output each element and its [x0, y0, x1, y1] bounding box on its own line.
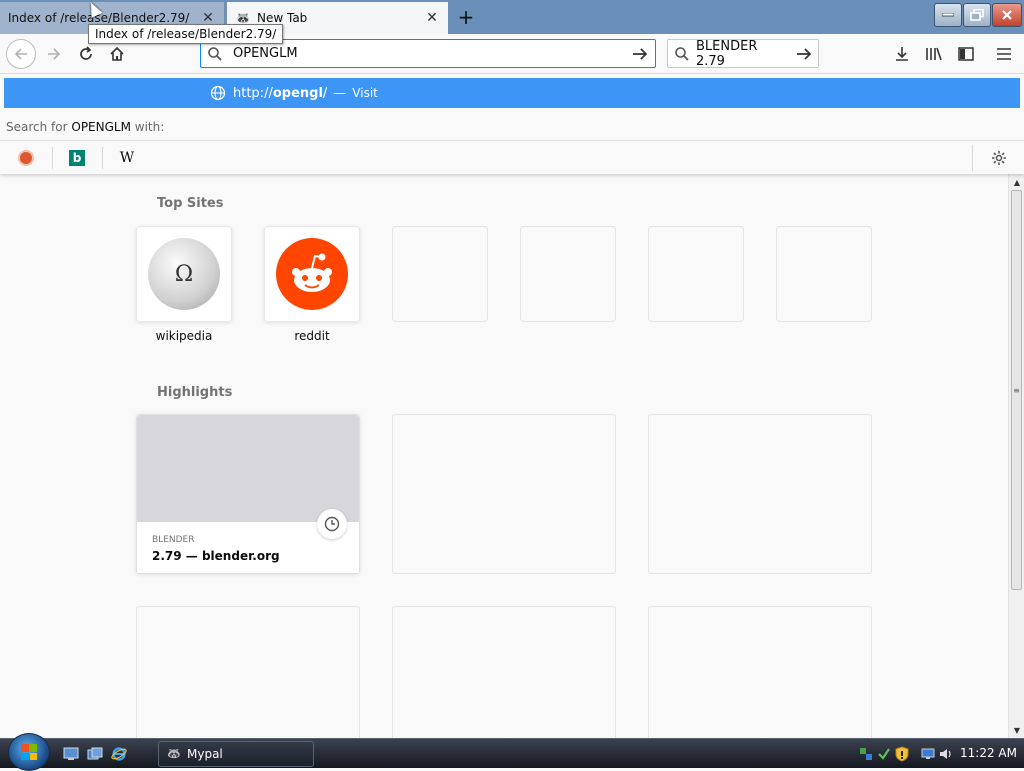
check-tray-icon[interactable] [876, 746, 892, 762]
top-site-empty-slot [648, 226, 744, 322]
scroll-up-arrow-icon[interactable]: ▲ [1009, 174, 1024, 190]
tab-title: Index of /release/Blender2.79/ [8, 11, 190, 25]
highlight-empty-slot [136, 606, 360, 738]
clock-icon [317, 509, 347, 539]
tab-close-icon[interactable]: ✕ [424, 10, 440, 26]
vertical-scrollbar[interactable]: ▲ ≡ ▼ [1008, 174, 1024, 738]
bing-glyph: b [69, 150, 85, 166]
new-tab-plus-icon[interactable]: + [452, 4, 480, 30]
security-shield-icon[interactable] [894, 746, 910, 762]
suggestion-url-prefix: http:// [233, 85, 273, 101]
suggestion-url: http://opengl/ [233, 86, 327, 101]
highlight-title: 2.79 — blender.org [152, 549, 280, 563]
home-icon[interactable] [105, 42, 129, 66]
bing-icon[interactable]: b [66, 147, 88, 169]
search-for-query: OPENGLM [71, 120, 131, 134]
url-autocomplete-popup: http://opengl/ — Visit Search for OPENGL… [0, 74, 1024, 174]
display-tray-icon[interactable] [920, 746, 936, 762]
search-icon [201, 46, 229, 62]
highlight-thumbnail [137, 415, 359, 522]
top-site-tile-reddit[interactable] [264, 226, 360, 322]
taskbar-app-label: Mypal [187, 747, 223, 761]
suggestion-url-suffix: / [322, 85, 328, 101]
search-icon [668, 46, 696, 62]
taskbar-app-mypal[interactable]: 🦝 Mypal [158, 741, 314, 767]
search-for-suffix: with: [134, 120, 165, 134]
go-arrow-icon[interactable] [625, 47, 655, 61]
top-site-label: reddit [294, 329, 330, 343]
new-tab-page: Top Sites Ω wikipedia reddit Highlights [0, 174, 1008, 738]
start-button[interactable] [8, 733, 50, 771]
url-input[interactable] [229, 46, 625, 61]
engine-divider [102, 147, 103, 169]
highlight-source: BLENDER [152, 535, 195, 545]
wikipedia-icon[interactable]: W [116, 147, 138, 169]
windows-logo-icon [21, 744, 37, 760]
search-go-arrow-icon[interactable] [790, 47, 818, 61]
scroll-down-arrow-icon[interactable]: ▼ [1009, 722, 1024, 738]
scrollbar-thumb[interactable]: ≡ [1011, 190, 1022, 590]
taskbar-clock[interactable]: 11:22 AM [960, 746, 1017, 760]
gear-icon[interactable] [988, 147, 1010, 169]
mypal-app-icon: 🦝 [167, 747, 181, 760]
highlight-empty-slot [392, 414, 616, 574]
wikipedia-globe-icon: Ω [148, 238, 220, 310]
download-icon[interactable] [890, 42, 914, 66]
highlight-empty-slot [648, 414, 872, 574]
sidebar-icon[interactable] [954, 42, 978, 66]
engine-divider [972, 145, 973, 171]
reddit-icon [276, 238, 348, 310]
one-off-search-engines: b W [0, 140, 1024, 174]
close-icon[interactable] [992, 3, 1022, 27]
menu-icon[interactable] [992, 42, 1016, 66]
engine-divider [52, 147, 53, 169]
highlights-heading: Highlights [157, 385, 233, 400]
show-desktop-icon[interactable] [62, 746, 80, 762]
highlight-card[interactable]: BLENDER 2.79 — blender.org [136, 414, 360, 574]
highlight-empty-slot [648, 606, 872, 738]
top-site-empty-slot [776, 226, 872, 322]
reload-icon[interactable] [74, 42, 98, 66]
search-bar-text: BLENDER 2.79 [696, 38, 758, 69]
forward-arrow-icon[interactable] [42, 42, 66, 66]
highlight-empty-slot [392, 606, 616, 738]
internet-explorer-icon[interactable] [110, 746, 128, 762]
globe-icon [209, 84, 227, 102]
minimize-icon[interactable] [934, 3, 962, 27]
library-icon[interactable] [922, 42, 946, 66]
volume-tray-icon[interactable] [938, 746, 954, 762]
top-sites-heading: Top Sites [157, 196, 224, 211]
restore-icon[interactable] [963, 3, 991, 27]
top-site-label: wikipedia [155, 329, 213, 343]
tab-tooltip: Index of /release/Blender2.79/ [88, 24, 284, 44]
tab-title: New Tab [257, 11, 308, 25]
suggestion-action: Visit [352, 86, 378, 100]
top-site-empty-slot [520, 226, 616, 322]
network-tray-icon[interactable] [858, 746, 874, 762]
top-site-tile-wikipedia[interactable]: Ω [136, 226, 232, 322]
windows-taskbar: 🦝 Mypal 11:22 AM [0, 733, 1024, 771]
suggestion-url-host: opengl [272, 85, 323, 101]
switch-windows-icon[interactable] [86, 746, 104, 762]
suggestion-visit-row[interactable]: http://opengl/ — Visit [4, 78, 1020, 108]
search-for-prefix: Search for [6, 120, 68, 134]
suggestion-separator: — [333, 85, 347, 101]
search-bar[interactable]: BLENDER 2.79 [667, 38, 819, 69]
top-site-empty-slot [392, 226, 488, 322]
search-for-label: Search for OPENGLM with: [6, 120, 164, 134]
back-arrow-icon[interactable] [6, 39, 36, 69]
duckduckgo-icon[interactable] [15, 147, 37, 169]
